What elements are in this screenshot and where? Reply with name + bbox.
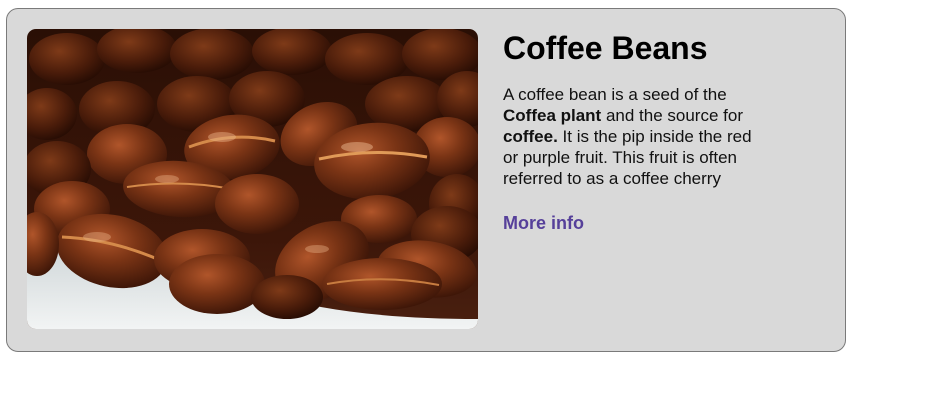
coffee-bold: coffee. <box>503 127 558 146</box>
coffee-card: Coffee Beans A coffee bean is a seed of … <box>6 8 846 352</box>
card-description: A coffee bean is a seed of the Coffea pl… <box>503 84 759 189</box>
coffee-beans-image <box>27 29 478 329</box>
more-info-link[interactable]: More info <box>503 213 584 234</box>
card-title: Coffee Beans <box>503 30 708 66</box>
description-text: and the source for <box>601 106 743 125</box>
description-text: A coffee bean is a seed of the <box>503 85 727 104</box>
card-content: Coffee Beans A coffee bean is a seed of … <box>503 29 759 234</box>
coffea-plant-bold: Coffea plant <box>503 106 602 125</box>
